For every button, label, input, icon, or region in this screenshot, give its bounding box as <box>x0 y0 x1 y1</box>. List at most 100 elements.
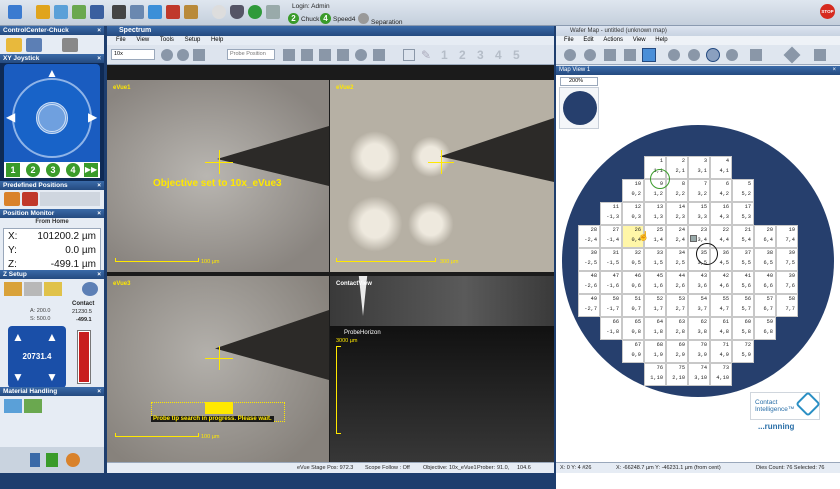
settings-icon[interactable] <box>66 453 80 467</box>
die-cell[interactable]: 46 0,6 <box>622 271 644 294</box>
die-cell[interactable]: 48 -2,6 <box>578 271 600 294</box>
z-pad[interactable]: ▲ ▲ ▼ ▼ 20731.4 <box>8 326 66 388</box>
die-icon[interactable] <box>750 49 762 61</box>
menu-view[interactable]: View <box>633 37 646 43</box>
close-icon[interactable]: × <box>97 181 101 190</box>
die-cell[interactable]: 6 4,2 <box>710 179 732 202</box>
die-cell[interactable]: 47 -1,6 <box>600 271 622 294</box>
chuck-mode-icon[interactable] <box>6 38 22 52</box>
die-cell[interactable]: 4 4,1 <box>710 156 732 179</box>
arrow-right-icon[interactable]: ▶ <box>88 110 97 124</box>
contact-view-icon[interactable] <box>373 49 385 61</box>
redo-icon[interactable] <box>584 49 596 61</box>
die-cell[interactable]: 62 3,8 <box>688 317 710 340</box>
die-cell[interactable]: 75 2,10 <box>666 363 688 386</box>
die-cell[interactable]: 31 -1,5 <box>600 248 622 271</box>
die-cell[interactable]: 15 3,3 <box>688 202 710 225</box>
speed-2-button[interactable]: 2 <box>26 163 40 177</box>
mode-separation[interactable]: Separation <box>358 13 402 26</box>
die-cell[interactable]: 55 4,7 <box>710 294 732 317</box>
die-cell[interactable]: 19 7,4 <box>776 225 798 248</box>
select-icon[interactable] <box>624 49 636 61</box>
die-cell[interactable]: 28 -2,4 <box>578 225 600 248</box>
view-5-button[interactable]: 5 <box>513 48 520 62</box>
die-cell[interactable]: 64 1,8 <box>644 317 666 340</box>
step-icon[interactable] <box>604 49 616 61</box>
menu-help[interactable]: Help <box>655 37 667 43</box>
joystick-pad[interactable]: ▲ ▼ ◀ ▶ <box>4 64 100 174</box>
pointer-icon[interactable] <box>8 5 22 19</box>
die-cell[interactable]: 20 6,4 <box>754 225 776 248</box>
die-cell[interactable]: 70 3,9 <box>688 340 710 363</box>
z-down-right-icon[interactable]: ▼ <box>46 370 58 384</box>
die-cell[interactable]: 3 3,1 <box>688 156 710 179</box>
die-cell[interactable]: 43 3,6 <box>688 271 710 294</box>
speed-4-button[interactable]: 4 <box>66 163 80 177</box>
view-1-button[interactable]: 1 <box>441 48 448 62</box>
load-icon[interactable] <box>72 5 86 19</box>
die-cell[interactable]: 59 6,8 <box>754 317 776 340</box>
close-icon[interactable]: × <box>97 270 101 279</box>
die-cell[interactable]: 66 -1,8 <box>600 317 622 340</box>
die-cell[interactable]: 17 5,3 <box>732 202 754 225</box>
speed-1-button[interactable]: 1 <box>6 163 20 177</box>
die-cell[interactable]: 42 4,6 <box>710 271 732 294</box>
wafer-mode-icon[interactable] <box>62 38 78 52</box>
menu-file[interactable]: File <box>116 37 126 43</box>
z-database-icon[interactable] <box>82 282 98 296</box>
die-cell[interactable]: 33 1,5 <box>644 248 666 271</box>
wafer-settings-icon[interactable] <box>726 49 738 61</box>
die-cell[interactable]: 32 0,5 <box>622 248 644 271</box>
close-icon[interactable]: × <box>97 209 101 218</box>
die-cell[interactable]: 60 5,8 <box>732 317 754 340</box>
die-cell[interactable]: 34 2,5 <box>666 248 688 271</box>
objective-select[interactable]: 10x <box>111 49 155 60</box>
die-cell[interactable]: 73 4,10 <box>710 363 732 386</box>
contactview-pane[interactable]: ContactView ProbeHorizon 3000 µm <box>330 276 554 472</box>
overlay-icon[interactable] <box>337 49 349 61</box>
camera-icon[interactable] <box>46 453 58 467</box>
camera-capture-icon[interactable] <box>642 48 656 62</box>
contacts-icon[interactable] <box>184 5 198 19</box>
die-cell[interactable]: 68 1,9 <box>644 340 666 363</box>
focus-icon[interactable] <box>161 49 173 61</box>
die-cell[interactable]: 38 6,5 <box>754 248 776 271</box>
menu-view[interactable]: View <box>136 37 149 43</box>
die-cell[interactable]: 50 -1,7 <box>600 294 622 317</box>
load-wafer-icon[interactable] <box>4 399 22 413</box>
die-cell[interactable]: 57 6,7 <box>754 294 776 317</box>
export-icon[interactable] <box>814 49 826 61</box>
probe-position-select[interactable]: Probe Position <box>227 49 275 60</box>
undo-icon[interactable] <box>564 49 576 61</box>
die-cell[interactable]: 7 3,2 <box>688 179 710 202</box>
die-cell[interactable]: 12 0,3 <box>622 202 644 225</box>
stop-button[interactable]: STOP <box>820 4 835 19</box>
die-cell[interactable]: 61 4,8 <box>710 317 732 340</box>
scope-mode-icon[interactable] <box>26 38 42 52</box>
die-cell[interactable]: 53 2,7 <box>666 294 688 317</box>
evue2-pane[interactable]: eVue2 300 µm <box>330 80 554 272</box>
setup-icon[interactable] <box>130 5 144 19</box>
die-cell[interactable]: 49 -2,7 <box>578 294 600 317</box>
die-cell[interactable]: 58 7,7 <box>776 294 798 317</box>
close-icon[interactable]: × <box>97 26 101 35</box>
z-align-icon[interactable] <box>44 282 62 296</box>
menu-file[interactable]: File <box>564 37 574 43</box>
die-cell[interactable]: 24 2,4 <box>666 225 688 248</box>
grid-view-icon[interactable] <box>301 49 313 61</box>
die-cell[interactable]: 10 0,2 <box>622 179 644 202</box>
die-cell[interactable]: 51 0,7 <box>622 294 644 317</box>
die-cell[interactable]: 65 0,8 <box>622 317 644 340</box>
die-cell[interactable]: 56 5,7 <box>732 294 754 317</box>
die-cell[interactable]: 37 5,5 <box>732 248 754 271</box>
mode-speed[interactable]: 4 Speed4 <box>320 13 355 24</box>
die-cell[interactable]: 13 1,3 <box>644 202 666 225</box>
snapshot-icon[interactable] <box>319 49 331 61</box>
single-view-icon[interactable] <box>403 49 415 61</box>
die-cell[interactable]: 39 7,6 <box>776 271 798 294</box>
die-cell[interactable]: 76 1,10 <box>644 363 666 386</box>
z-separation-icon[interactable] <box>24 282 42 296</box>
die-cell[interactable]: 63 2,8 <box>666 317 688 340</box>
die-cell[interactable]: 11 -1,3 <box>600 202 622 225</box>
die-cell[interactable]: 16 4,3 <box>710 202 732 225</box>
